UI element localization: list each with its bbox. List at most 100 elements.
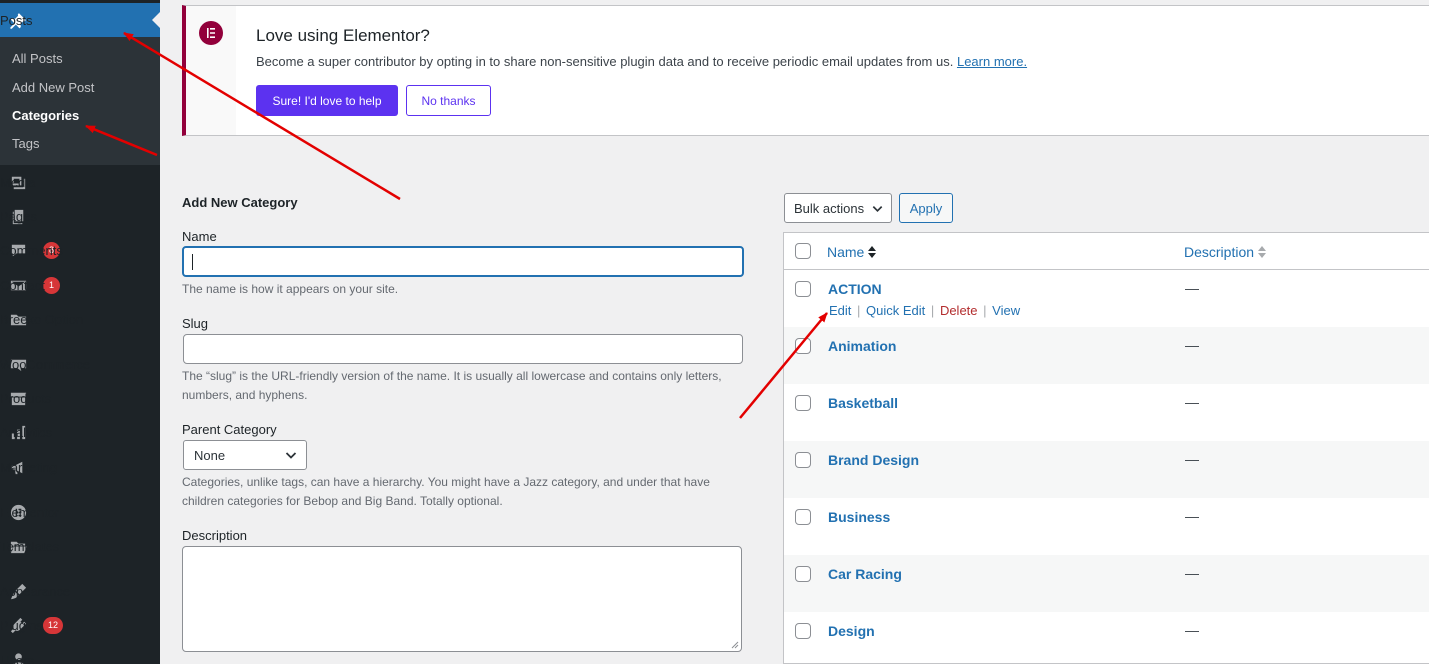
opt-in-button[interactable]: Sure! I'd love to help	[256, 85, 398, 116]
menu-marketing-label: Marketing	[0, 459, 58, 475]
table-header: Name Description	[784, 233, 1429, 270]
name-input[interactable]	[182, 246, 744, 277]
notice-logo-column	[186, 6, 236, 135]
category-name-link[interactable]: Animation	[828, 338, 896, 354]
table-row: Animation —	[784, 327, 1429, 384]
row-checkbox[interactable]	[795, 566, 811, 582]
category-name-link[interactable]: Car Racing	[828, 566, 902, 582]
category-name-link[interactable]: Brand Design	[828, 452, 919, 468]
menu-pages[interactable]: Pages	[0, 199, 160, 233]
category-name-link[interactable]: Basketball	[828, 395, 898, 411]
table-row: Design —	[784, 612, 1429, 663]
menu-templates[interactable]: Templates	[0, 529, 160, 563]
apply-button[interactable]: Apply	[899, 193, 953, 223]
menu-products[interactable]: Products	[0, 381, 160, 415]
table-row: Basketball —	[784, 384, 1429, 441]
categories-table: Name Description ACTION — Edit | Quick E…	[783, 232, 1429, 664]
row-checkbox[interactable]	[795, 281, 811, 297]
add-category-heading: Add New Category	[182, 195, 298, 210]
table-row: Business —	[784, 498, 1429, 555]
bulk-actions-value: Bulk actions	[794, 200, 865, 216]
menu-plugins[interactable]: Plugins 12	[0, 608, 160, 642]
row-checkbox[interactable]	[795, 623, 811, 639]
admin-sidebar: Posts All Posts Add New Post Categories …	[0, 0, 160, 664]
no-thanks-button[interactable]: No thanks	[406, 85, 491, 116]
category-description: —	[1185, 508, 1199, 524]
menu-elementor-label: Elementor	[0, 504, 60, 520]
category-description: —	[1185, 565, 1199, 581]
current-menu-arrow	[152, 12, 160, 28]
submenu-add-new-post[interactable]: Add New Post	[12, 80, 94, 95]
description-textarea[interactable]	[182, 546, 742, 652]
slug-label: Slug	[182, 316, 209, 331]
row-checkbox[interactable]	[795, 452, 811, 468]
category-description: —	[1185, 337, 1199, 353]
separator: |	[857, 303, 861, 318]
table-row: Brand Design —	[784, 441, 1429, 498]
category-description: —	[1185, 451, 1199, 467]
resize-handle-icon[interactable]	[730, 640, 739, 649]
submenu-all-posts[interactable]: All Posts	[12, 51, 63, 66]
separator: |	[930, 303, 935, 318]
menu-breeko-option-label: Breeko Option	[0, 311, 84, 327]
text-caret	[192, 254, 193, 270]
separator: |	[983, 303, 987, 318]
menu-analytics[interactable]: Analytics	[0, 415, 160, 449]
menu-plugins-label: Plugins	[0, 617, 43, 633]
menu-users-label: Users	[0, 652, 34, 664]
submenu-categories[interactable]: Categories	[12, 108, 79, 123]
parent-category-help: Categories, unlike tags, can have a hier…	[182, 475, 710, 508]
menu-marketing[interactable]: Marketing	[0, 450, 160, 484]
menu-users[interactable]: Users	[0, 643, 160, 664]
name-label: Name	[182, 229, 217, 244]
view-link[interactable]: View	[992, 303, 1020, 318]
edit-link[interactable]: Edit	[829, 303, 851, 318]
row-checkbox[interactable]	[795, 338, 811, 354]
name-column-label: Name	[827, 244, 865, 260]
menu-products-label: Products	[0, 390, 52, 406]
posts-submenu: All Posts Add New Post Categories Tags	[0, 37, 160, 165]
category-description: —	[1185, 280, 1199, 296]
parent-category-label: Parent Category	[182, 422, 277, 437]
notice-description: Become a super contributor by opting in …	[256, 54, 1027, 69]
menu-media-label: Media	[0, 174, 36, 190]
row-checkbox[interactable]	[795, 509, 811, 525]
bulk-actions-select[interactable]: Bulk actions	[784, 193, 892, 223]
delete-link[interactable]: Delete	[940, 303, 978, 318]
description-column-header[interactable]: Description	[1184, 244, 1267, 260]
category-description: —	[1185, 394, 1199, 410]
name-column-header[interactable]: Name	[827, 244, 877, 260]
menu-comments-label: Comments	[0, 242, 63, 258]
category-name-link[interactable]: Business	[828, 509, 890, 525]
menu-analytics-label: Analytics	[0, 424, 53, 440]
menu-media[interactable]: Media	[0, 165, 160, 199]
parent-category-select[interactable]: None	[183, 440, 307, 470]
learn-more-link[interactable]: Learn more.	[957, 54, 1027, 69]
menu-posts[interactable]: Posts	[0, 3, 160, 37]
slug-input[interactable]	[183, 334, 743, 364]
menu-comments[interactable]: Comments 8	[0, 233, 160, 267]
menu-elementor[interactable]: Elementor	[0, 495, 160, 529]
row-checkbox[interactable]	[795, 395, 811, 411]
menu-appearance[interactable]: Appearance	[0, 574, 160, 608]
menu-contact[interactable]: Contact 1	[0, 268, 160, 302]
category-name-link[interactable]: Design	[828, 623, 875, 639]
table-row: Car Racing —	[784, 555, 1429, 612]
notice-description-text: Become a super contributor by opting in …	[256, 54, 954, 69]
submenu-tags[interactable]: Tags	[12, 136, 39, 151]
elementor-logo-icon	[199, 21, 223, 45]
menu-contact-label: Contact	[0, 277, 45, 293]
plugins-count-badge: 12	[43, 616, 64, 634]
description-column-label: Description	[1184, 244, 1255, 260]
slug-help: The “slug” is the URL-friendly version o…	[182, 369, 722, 402]
table-row: ACTION — Edit | Quick Edit | Delete | Vi…	[784, 270, 1429, 327]
menu-breeko-option[interactable]: Breeko Option	[0, 302, 160, 336]
sort-icon	[868, 246, 877, 258]
menu-woocommerce[interactable]: WooCommerce	[0, 347, 160, 381]
menu-posts-label: Posts	[0, 12, 33, 28]
quick-edit-link[interactable]: Quick Edit	[866, 303, 925, 318]
parent-category-value: None	[194, 447, 226, 463]
select-all-checkbox[interactable]	[795, 243, 811, 259]
menu-woocommerce-label: WooCommerce	[0, 356, 91, 372]
category-name-link[interactable]: ACTION	[828, 281, 882, 297]
